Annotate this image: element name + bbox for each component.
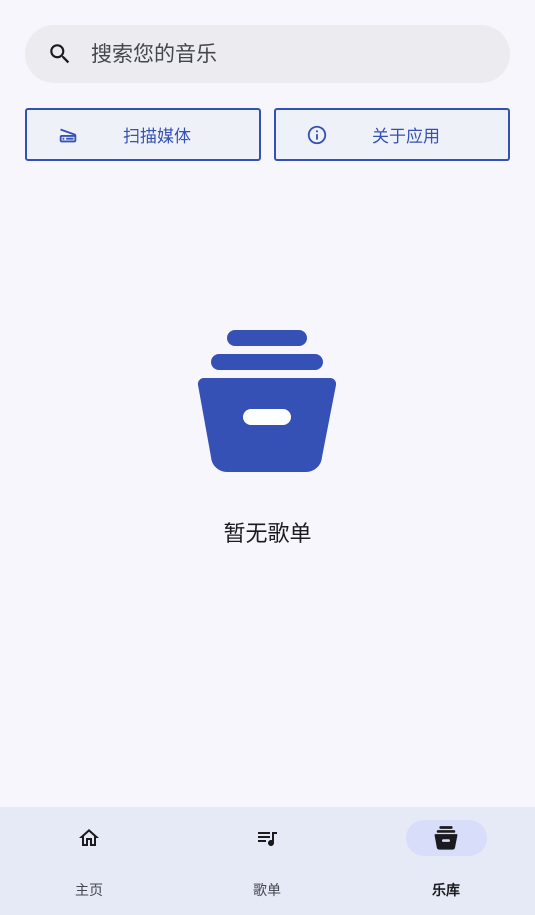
nav-label-library: 乐库 — [432, 883, 460, 899]
empty-state-message: 暂无歌单 — [223, 522, 312, 547]
search-input[interactable] — [89, 41, 473, 67]
playlist-icon — [258, 832, 277, 846]
scanner-icon — [59, 128, 77, 143]
bottom-navigation: 主页 歌单 乐库 — [0, 807, 535, 915]
about-app-button[interactable]: 关于应用 — [274, 108, 510, 161]
scan-media-button[interactable]: 扫描媒体 — [25, 108, 261, 161]
home-icon — [79, 829, 99, 846]
search-bar[interactable] — [25, 25, 510, 83]
search-icon — [50, 44, 70, 64]
nav-item-library[interactable]: 乐库 — [357, 807, 535, 915]
archive-box-icon — [197, 330, 337, 473]
library-icon — [434, 826, 458, 850]
nav-item-home[interactable]: 主页 — [0, 807, 178, 915]
nav-item-playlists[interactable]: 歌单 — [178, 807, 356, 915]
info-icon — [307, 125, 327, 145]
nav-label-home: 主页 — [75, 883, 103, 899]
nav-label-playlists: 歌单 — [253, 883, 281, 899]
